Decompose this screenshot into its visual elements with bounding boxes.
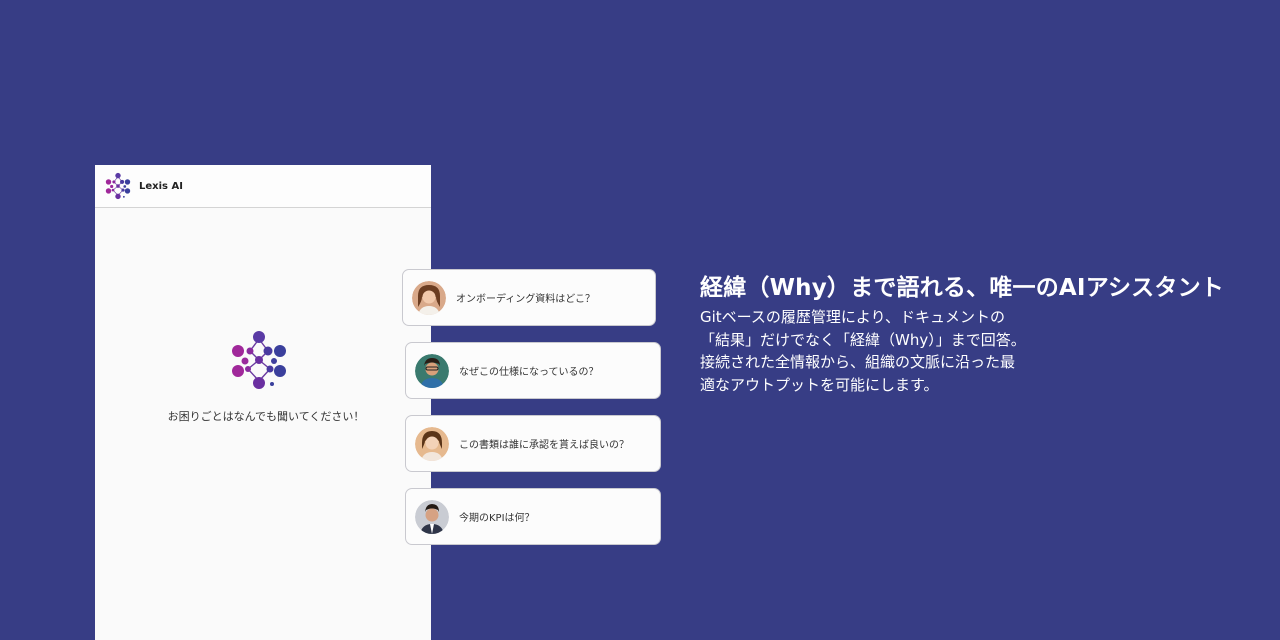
suggestion-label: 今期のKPIは何？ <box>459 513 535 524</box>
app-header: Lexis AI <box>95 165 431 208</box>
suggestion-card[interactable]: オンボーディング資料はどこ？ <box>402 269 656 326</box>
feature-title: 経緯（Why）まで語れる、唯一のAIアシスタント <box>700 275 1224 301</box>
suggestion-label: この書類は誰に承認を貰えば良いの？ <box>459 440 629 451</box>
app-title: Lexis AI <box>139 180 183 192</box>
suggestion-card[interactable]: なぜこの仕様になっているの？ <box>405 342 661 399</box>
woman-avatar-icon <box>412 280 446 315</box>
suggestion-label: オンボーディング資料はどこ？ <box>456 294 595 305</box>
feature-description-line: Gitベースの履歴管理により、ドキュメントの <box>700 308 1006 326</box>
feature-description: Gitベースの履歴管理により、ドキュメントの 「結果」だけでなく「経緯（Why）… <box>700 306 1240 396</box>
man-avatar-icon <box>415 353 449 388</box>
molecule-logo-icon <box>232 331 286 389</box>
feature-description-line: 「結果」だけでなく「経緯（Why）」まで回答。 <box>700 330 1026 349</box>
chat-app-panel: Lexis AI お困りごとはなんでも聞いてください！ <box>95 165 431 640</box>
feature-description-line: 接続された全情報から、組織の文脈に沿った最 <box>700 353 1016 371</box>
molecule-logo-icon <box>105 172 131 200</box>
feature-description-line: 適なアウトプットを可能にします。 <box>700 375 939 394</box>
man-suit-avatar-icon <box>415 499 449 534</box>
suggestion-label: なぜこの仕様になっているの？ <box>459 367 599 378</box>
empty-state-prompt: お困りごとはなんでも聞いてください！ <box>167 410 365 423</box>
woman-avatar-icon <box>415 426 449 461</box>
suggestion-card[interactable]: 今期のKPIは何？ <box>405 488 661 545</box>
suggestion-card[interactable]: この書類は誰に承認を貰えば良いの？ <box>405 415 661 472</box>
